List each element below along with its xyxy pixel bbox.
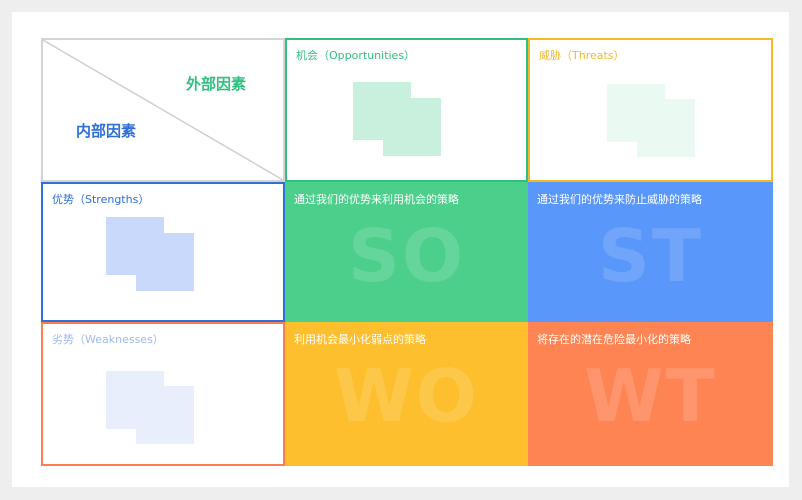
wo-strategy-text: 利用机会最小化弱点的策略: [294, 333, 426, 346]
strengths-icon-front: [136, 233, 194, 291]
weaknesses-header: 劣势（Weaknesses）: [41, 322, 285, 466]
so-quadrant: 通过我们的优势来利用机会的策略 SO: [285, 182, 528, 322]
threats-header: 威胁（Threats）: [528, 38, 773, 182]
opportunities-label: 机会（Opportunities）: [296, 49, 416, 62]
external-factors-label: 外部因素: [186, 75, 247, 93]
weaknesses-icon-front: [136, 386, 194, 444]
opportunities-header: 机会（Opportunities）: [285, 38, 528, 182]
opportunities-icon-front: [383, 98, 441, 156]
diagonal-divider: [43, 40, 283, 180]
so-strategy-text: 通过我们的优势来利用机会的策略: [294, 193, 459, 206]
st-quadrant: 通过我们的优势来防止威胁的策略 ST: [528, 182, 773, 322]
corner-cell: 外部因素 内部因素: [41, 38, 285, 182]
wo-watermark: WO: [334, 354, 479, 438]
st-watermark: ST: [598, 214, 703, 298]
strengths-header: 优势（Strengths）: [41, 182, 285, 322]
strengths-label: 优势（Strengths）: [52, 193, 150, 206]
wt-quadrant: 将存在的潜在危险最小化的策略 WT: [528, 322, 773, 466]
wt-strategy-text: 将存在的潜在危险最小化的策略: [537, 333, 691, 346]
st-strategy-text: 通过我们的优势来防止威胁的策略: [537, 193, 702, 206]
so-watermark: SO: [347, 214, 466, 298]
threats-icon-front: [637, 99, 695, 157]
wo-quadrant: 利用机会最小化弱点的策略 WO: [285, 322, 528, 466]
wt-watermark: WT: [584, 354, 717, 438]
internal-factors-label: 内部因素: [76, 122, 137, 140]
weaknesses-label: 劣势（Weaknesses）: [52, 333, 164, 346]
threats-label: 威胁（Threats）: [539, 49, 625, 62]
